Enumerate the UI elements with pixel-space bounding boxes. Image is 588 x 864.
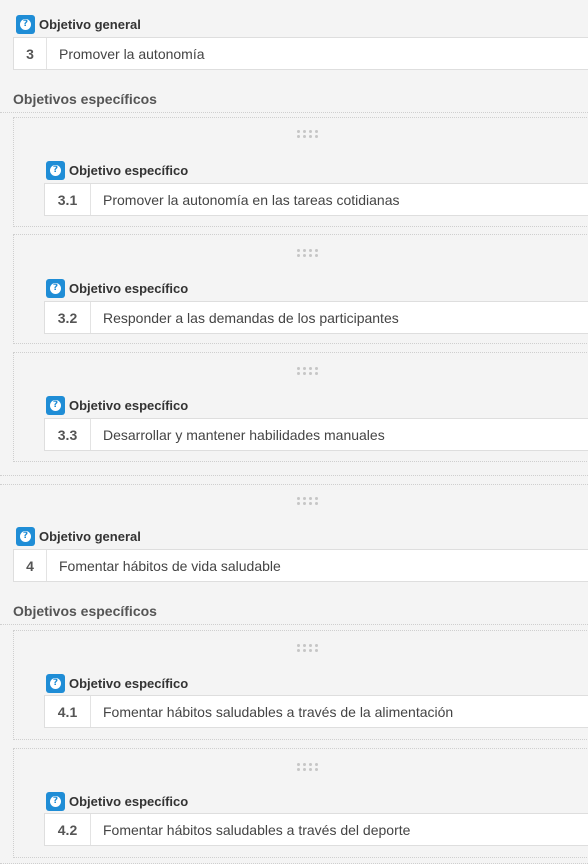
objective-number: 4.2: [45, 814, 91, 845]
objective-separator: [0, 484, 588, 485]
specific-objective-field[interactable]: 3.2 Responder a las demandas de los part…: [44, 301, 588, 334]
help-icon[interactable]: ?: [46, 674, 65, 693]
drag-handle-icon[interactable]: [297, 497, 319, 507]
objective-number: 4: [14, 550, 47, 581]
drag-handle-icon[interactable]: [297, 249, 319, 259]
drag-handle-icon[interactable]: [297, 130, 319, 140]
objective-number: 3.2: [45, 302, 91, 333]
general-objective-field[interactable]: 3 Promover la autonomía: [13, 37, 588, 70]
objective-text: Responder a las demandas de los particip…: [103, 309, 399, 326]
specific-objective-label: Objetivo específico: [69, 676, 189, 691]
help-icon[interactable]: ?: [16, 527, 35, 546]
objective-text: Fomentar hábitos de vida saludable: [59, 557, 281, 574]
drag-handle-icon[interactable]: [297, 763, 319, 773]
general-objective-field[interactable]: 4 Fomentar hábitos de vida saludable: [13, 549, 588, 582]
general-objective-label: Objetivo general: [39, 529, 141, 544]
drag-handle-icon[interactable]: [297, 644, 319, 654]
specific-objective-label: Objetivo específico: [69, 398, 189, 413]
specific-objective-label: Objetivo específico: [69, 163, 189, 178]
specific-objective-field[interactable]: 3.1 Promover la autonomía en las tareas …: [44, 183, 588, 216]
specific-objectives-title: Objetivos específicos: [13, 91, 157, 107]
objective-number: 3.3: [45, 419, 91, 450]
objective-text: Fomentar hábitos saludables a través de …: [103, 703, 454, 720]
specific-objective-label: Objetivo específico: [69, 281, 189, 296]
specific-objective-label: Objetivo específico: [69, 794, 189, 809]
specific-objective-field[interactable]: 3.3 Desarrollar y mantener habilidades m…: [44, 418, 588, 451]
help-icon[interactable]: ?: [46, 792, 65, 811]
objective-text: Desarrollar y mantener habilidades manua…: [103, 426, 385, 443]
objective-text: Promover la autonomía en las tareas coti…: [103, 191, 400, 208]
drag-handle-icon[interactable]: [297, 367, 319, 377]
objective-number: 4.1: [45, 696, 91, 727]
objective-number: 3.1: [45, 184, 91, 215]
help-icon[interactable]: ?: [46, 161, 65, 180]
objective-text: Promover la autonomía: [59, 45, 205, 62]
specific-objective-field[interactable]: 4.2 Fomentar hábitos saludables a través…: [44, 813, 588, 846]
specific-objective-field[interactable]: 4.1 Fomentar hábitos saludables a través…: [44, 695, 588, 728]
objective-text: Fomentar hábitos saludables a través del…: [103, 821, 411, 838]
specific-objectives-title: Objetivos específicos: [13, 603, 157, 619]
help-icon[interactable]: ?: [46, 396, 65, 415]
general-objective-label: Objetivo general: [39, 17, 141, 32]
help-icon[interactable]: ?: [46, 279, 65, 298]
help-icon[interactable]: ?: [16, 15, 35, 34]
objective-number: 3: [14, 38, 47, 69]
